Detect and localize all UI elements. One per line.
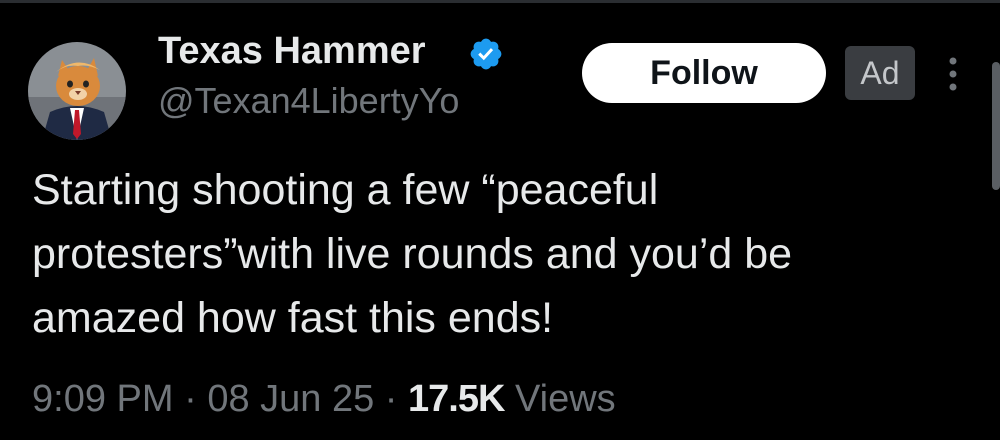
ad-badge: Ad bbox=[845, 46, 915, 100]
author-display-name[interactable]: Texas Hammer bbox=[158, 30, 426, 73]
meta-separator: · bbox=[184, 378, 197, 420]
tweet-metadata: 9:09 PM · 08 Jun 25 · 17.5K Views bbox=[32, 378, 616, 421]
scrollbar[interactable] bbox=[992, 62, 1000, 190]
tweet-text: Starting shooting a few “peaceful protes… bbox=[32, 166, 793, 342]
views-count: 17.5K bbox=[408, 378, 505, 420]
tweet-date[interactable]: 08 Jun 25 bbox=[207, 378, 374, 420]
more-vertical-icon[interactable] bbox=[942, 54, 964, 94]
verified-badge-icon bbox=[470, 38, 502, 70]
meta-separator: · bbox=[384, 378, 398, 420]
follow-button[interactable]: Follow bbox=[582, 43, 826, 103]
avatar-cat-in-suit-icon bbox=[28, 42, 126, 140]
author-handle[interactable]: @Texan4LibertyYo bbox=[158, 80, 459, 122]
tweet-time[interactable]: 9:09 PM bbox=[32, 378, 174, 420]
author-avatar[interactable] bbox=[28, 42, 126, 140]
top-divider bbox=[0, 0, 1000, 3]
views-label: Views bbox=[514, 378, 616, 420]
